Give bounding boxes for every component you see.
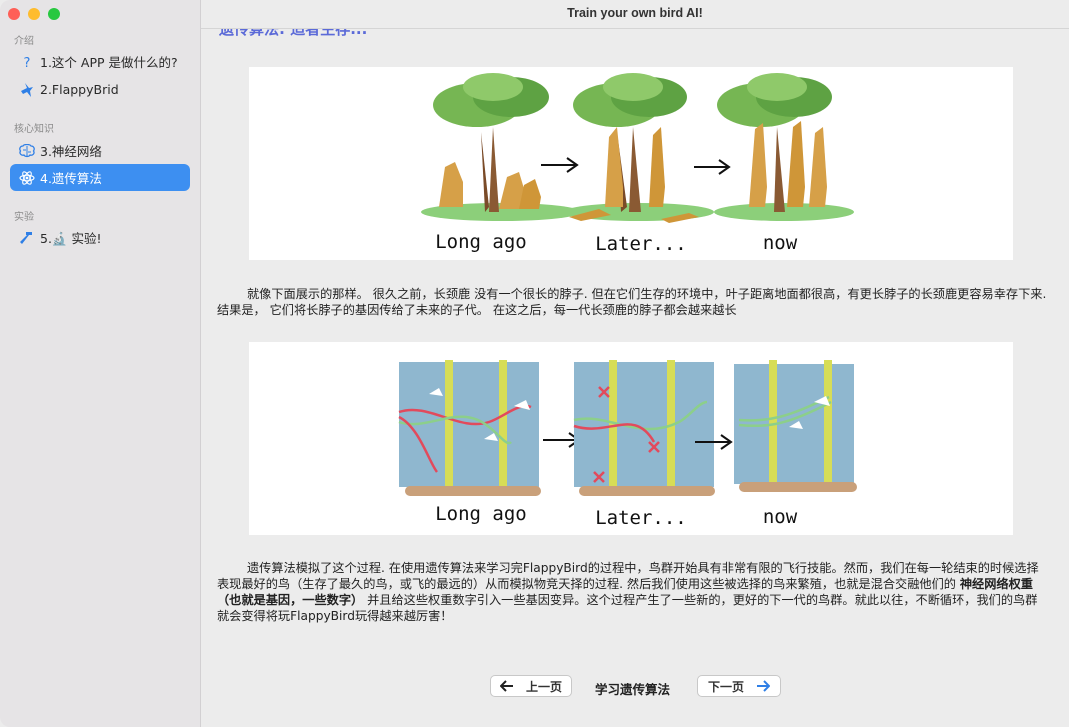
- giraffe-panel-now: [714, 73, 854, 221]
- zoom-window-button[interactable]: [48, 8, 60, 20]
- sidebar-item-about-app[interactable]: ? 1.这个 APP 是做什么的?: [10, 48, 190, 75]
- question-mark-icon: ?: [18, 53, 36, 71]
- sidebar-item-experiment[interactable]: 5.🔬 实验!: [10, 224, 190, 251]
- bird-evolution-figure: Long ago Later... now: [249, 342, 1013, 535]
- bird-panel-long-ago: [398, 360, 541, 496]
- atom-icon: [18, 169, 36, 187]
- figure2-caption-long-ago: Long ago: [435, 503, 527, 525]
- sidebar-item-label: 3.神经网络: [40, 144, 102, 159]
- svg-text:?: ?: [24, 56, 31, 69]
- bird-panel-later: [573, 360, 715, 496]
- sidebar-section-experiment: 实验: [14, 212, 34, 223]
- sidebar-section-core: 核心知识: [14, 124, 54, 135]
- sidebar-item-label: 4.遗传算法: [40, 171, 102, 186]
- next-page-label: 下一页: [707, 679, 744, 694]
- next-page-button[interactable]: 下一页: [697, 675, 781, 697]
- arrow-left-icon: [499, 680, 514, 692]
- arrow-right-icon: [756, 680, 770, 692]
- sidebar-item-label: 1.这个 APP 是做什么的?: [40, 55, 178, 70]
- window-title: Train your own bird AI!: [567, 6, 703, 20]
- title-bar[interactable]: Train your own bird AI!: [201, 0, 1069, 29]
- hammer-icon: [18, 229, 36, 247]
- brain-icon: [18, 142, 36, 160]
- close-window-button[interactable]: [8, 8, 20, 20]
- paragraph2-part1: 遗传算法模拟了这个过程. 在使用遗传算法来学习完FlappyBird的过程中，鸟…: [217, 561, 1039, 591]
- figure1-caption-long-ago: Long ago: [435, 231, 527, 253]
- app-window: 介绍 ? 1.这个 APP 是做什么的? 2.FlappyBrid 核心知识 3…: [0, 0, 1069, 727]
- figure2-caption-later: Later...: [595, 507, 687, 529]
- giraffe-evolution-figure: Long ago Later... now: [249, 67, 1013, 260]
- previous-page-button[interactable]: 上一页: [490, 675, 572, 697]
- window-controls: [8, 8, 60, 20]
- minimize-window-button[interactable]: [28, 8, 40, 20]
- sidebar-item-genetic-algorithm[interactable]: 4.遗传算法: [10, 164, 190, 191]
- sidebar-item-neural-network[interactable]: 3.神经网络: [10, 137, 190, 164]
- paragraph-giraffe-explanation: 就像下面展示的那样。 很久之前，长颈鹿 没有一个很长的脖子. 但在它们生存的环境…: [217, 287, 1047, 317]
- bird-panel-now: [734, 360, 857, 492]
- main-content[interactable]: 遗传算法: 适者生存... Long ago Later... now 就像下面…: [201, 0, 1069, 727]
- sidebar-section-intro: 介绍: [14, 36, 34, 47]
- figure1-caption-now: now: [763, 232, 798, 254]
- figure2-caption-now: now: [763, 506, 798, 528]
- sidebar: 介绍 ? 1.这个 APP 是做什么的? 2.FlappyBrid 核心知识 3…: [0, 0, 201, 727]
- previous-page-label: 上一页: [525, 679, 562, 694]
- sidebar-item-label: 2.FlappyBrid: [40, 82, 119, 97]
- giraffe-panel-later: [564, 73, 714, 223]
- figure1-caption-later: Later...: [595, 233, 687, 255]
- paragraph-genetic-algorithm-explanation: 遗传算法模拟了这个过程. 在使用遗传算法来学习完FlappyBird的过程中，鸟…: [217, 560, 1047, 624]
- bird-icon: [18, 81, 36, 99]
- sidebar-item-flappybird[interactable]: 2.FlappyBrid: [10, 76, 190, 103]
- sidebar-item-label: 5.🔬 实验!: [40, 231, 102, 246]
- giraffe-panel-long-ago: [421, 73, 581, 221]
- current-page-label: 学习遗传算法: [595, 682, 671, 697]
